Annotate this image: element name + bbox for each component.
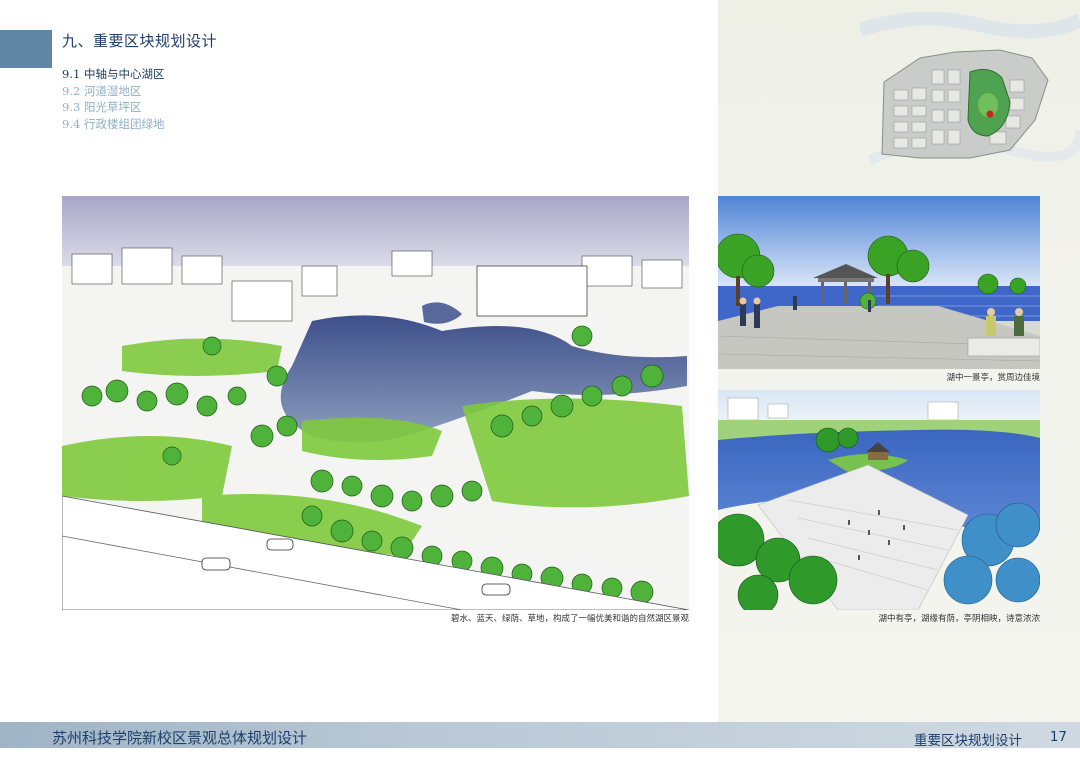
footer-project-title: 苏州科技学院新校区景观总体规划设计 (52, 729, 308, 747)
main-image-caption: 碧水、蓝天、绿荫、草地，构成了一幅优美和谐的自然湖区景观 (450, 614, 689, 624)
key-map-marker (986, 110, 994, 118)
toc-item-sunny-lawn[interactable]: 9.3 阳光草坪区 (62, 99, 164, 116)
key-map (860, 11, 1080, 165)
section-accent-block (0, 30, 52, 68)
toc-item-central-axis-lake[interactable]: 9.1 中轴与中心湖区 (62, 66, 164, 83)
section-title: 九、重要区块规划设计 (62, 32, 218, 50)
pavilion-image-caption: 湖中一景亭，赏周边佳境 (946, 373, 1040, 383)
footer-section-name: 重要区块规划设计 (914, 733, 1022, 749)
lake-pavilion-image (718, 390, 1040, 610)
lake-image-caption: 湖中有亭，湖缘有荫，亭阴相映，诗意浓浓 (878, 614, 1040, 624)
toc-item-admin-green[interactable]: 9.4 行政楼组团绿地 (62, 116, 164, 133)
pavilion-view-image (718, 196, 1040, 369)
toc-item-river-wetland[interactable]: 9.2 河道湿地区 (62, 83, 164, 100)
footer-page-number: 17 (1049, 729, 1067, 745)
section-toc: 9.1 中轴与中心湖区 9.2 河道湿地区 9.3 阳光草坪区 9.4 行政楼组… (62, 66, 164, 132)
main-aerial-image (62, 196, 689, 610)
